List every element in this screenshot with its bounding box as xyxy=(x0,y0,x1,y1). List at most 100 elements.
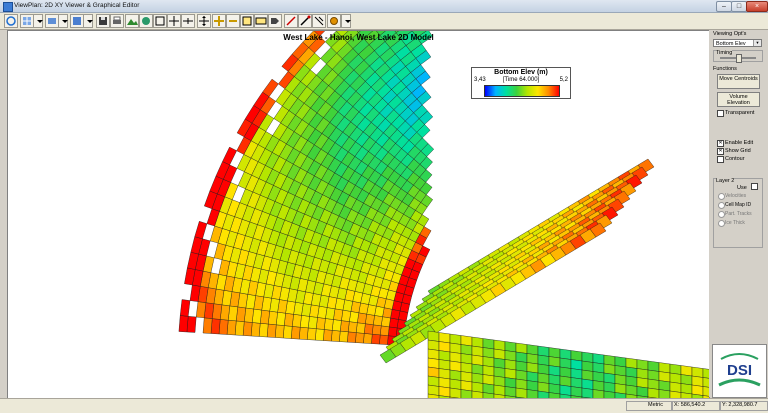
grid-cell[interactable] xyxy=(427,348,440,360)
grid-cell[interactable] xyxy=(210,318,221,335)
grid-cell[interactable] xyxy=(614,383,627,395)
grid-cell[interactable] xyxy=(625,375,638,387)
grid-cell[interactable] xyxy=(449,351,462,363)
grid-cell[interactable] xyxy=(449,369,462,381)
grid-cell[interactable] xyxy=(372,315,383,327)
grid-cell[interactable] xyxy=(570,377,583,389)
grid-cell[interactable] xyxy=(449,360,462,372)
grid-cell[interactable] xyxy=(548,356,561,368)
grid-cell[interactable] xyxy=(379,325,390,336)
export-icon[interactable] xyxy=(268,14,282,28)
grid-cell[interactable] xyxy=(636,368,649,380)
grid-cell[interactable] xyxy=(449,342,462,354)
grid-cell[interactable] xyxy=(658,362,671,374)
enable-edit-checkbox[interactable]: ✕ xyxy=(717,140,724,147)
grid-cell[interactable] xyxy=(680,383,693,395)
grid-cell[interactable] xyxy=(387,326,398,337)
grid-cell[interactable] xyxy=(570,359,583,371)
grid-cell[interactable] xyxy=(379,334,389,345)
grid-cell[interactable] xyxy=(427,330,440,342)
grid-cell[interactable] xyxy=(323,329,333,342)
grid-cell[interactable] xyxy=(438,350,451,362)
grid-cell[interactable] xyxy=(581,378,594,390)
grid-cell[interactable] xyxy=(283,312,294,327)
grid-cell[interactable] xyxy=(471,372,484,384)
layer-options-icon[interactable] xyxy=(45,14,59,28)
grid-cell[interactable] xyxy=(471,336,484,348)
grid-cell[interactable] xyxy=(355,322,366,334)
grid-cell[interactable] xyxy=(427,384,440,396)
grid-cell[interactable] xyxy=(559,384,572,396)
grid-cell[interactable] xyxy=(548,374,561,386)
grid-cell[interactable] xyxy=(592,371,605,383)
grid-dropdown-icon[interactable] xyxy=(33,14,43,28)
viewing-opts-select[interactable]: Bottom Elev ▼ xyxy=(713,39,762,47)
grid-cell[interactable] xyxy=(669,363,682,375)
grid-cell[interactable] xyxy=(493,348,506,360)
grid-cell[interactable] xyxy=(482,383,495,395)
grid-cell[interactable] xyxy=(537,381,550,393)
grid-cell[interactable] xyxy=(680,374,693,386)
grid-cell[interactable] xyxy=(482,365,495,377)
use-checkbox[interactable] xyxy=(751,183,758,190)
grid-cell[interactable] xyxy=(355,332,365,344)
draw-line-icon[interactable] xyxy=(298,14,312,28)
minimize-button[interactable]: – xyxy=(716,1,732,12)
grid-cell[interactable] xyxy=(290,326,301,340)
grid-cell[interactable] xyxy=(427,366,440,378)
grid-cell[interactable] xyxy=(526,353,539,365)
zoom-extents-icon[interactable] xyxy=(254,14,268,28)
grid-cell[interactable] xyxy=(471,345,484,357)
grid-cell[interactable] xyxy=(307,316,318,329)
grid-cell[interactable] xyxy=(371,333,381,345)
grid-cell[interactable] xyxy=(515,351,528,363)
part-tracks-radio[interactable] xyxy=(718,211,725,218)
grid-cell[interactable] xyxy=(570,368,583,380)
grid-cell[interactable] xyxy=(625,366,638,378)
grid-cell[interactable] xyxy=(218,319,229,335)
grid-cell[interactable] xyxy=(493,339,506,351)
grid-cell[interactable] xyxy=(449,378,462,390)
grid-cell[interactable] xyxy=(581,351,594,363)
grid-cell[interactable] xyxy=(266,323,277,338)
grid-cell[interactable] xyxy=(526,380,539,392)
grid-cell[interactable] xyxy=(526,389,539,399)
grid-cell[interactable] xyxy=(691,384,704,396)
map-options-icon[interactable] xyxy=(70,14,84,28)
grid-cell[interactable] xyxy=(482,338,495,350)
grid-cell[interactable] xyxy=(581,387,594,398)
grid-cell[interactable] xyxy=(526,371,539,383)
grid-cell[interactable] xyxy=(471,363,484,375)
move-centroids-button[interactable]: Move Centroids xyxy=(717,74,760,89)
grid-cell[interactable] xyxy=(323,318,334,331)
grid-cell[interactable] xyxy=(581,360,594,372)
grid-cell[interactable] xyxy=(647,378,660,390)
close-button[interactable]: × xyxy=(746,1,768,12)
grid-cell[interactable] xyxy=(226,319,237,336)
grid-cell[interactable] xyxy=(559,375,572,387)
grid-cell[interactable] xyxy=(658,389,671,399)
grid-cell[interactable] xyxy=(526,362,539,374)
grid-cell[interactable] xyxy=(388,317,399,329)
grid-cell[interactable] xyxy=(625,384,638,396)
zoom-in-icon[interactable] xyxy=(212,14,226,28)
grid-cell[interactable] xyxy=(515,342,528,354)
grid-cell[interactable] xyxy=(427,339,440,351)
grid-cell[interactable] xyxy=(315,317,326,330)
grid-cell[interactable] xyxy=(427,375,440,387)
grid-cell[interactable] xyxy=(603,363,616,375)
grid-cell[interactable] xyxy=(636,359,649,371)
grid-cell[interactable] xyxy=(438,377,451,389)
grid-cell[interactable] xyxy=(592,389,605,399)
grid-cell[interactable] xyxy=(647,360,660,372)
grid-cell[interactable] xyxy=(347,331,357,343)
grid-cell[interactable] xyxy=(460,371,473,383)
grid-cell[interactable] xyxy=(315,328,325,341)
cell-map-id-radio[interactable] xyxy=(718,202,725,209)
grid-cell[interactable] xyxy=(504,386,517,398)
grid-cell[interactable] xyxy=(691,375,704,387)
grid-cell[interactable] xyxy=(363,333,373,344)
grid-cell[interactable] xyxy=(603,372,616,384)
grid-cell[interactable] xyxy=(299,315,310,329)
grid-cell[interactable] xyxy=(592,380,605,392)
